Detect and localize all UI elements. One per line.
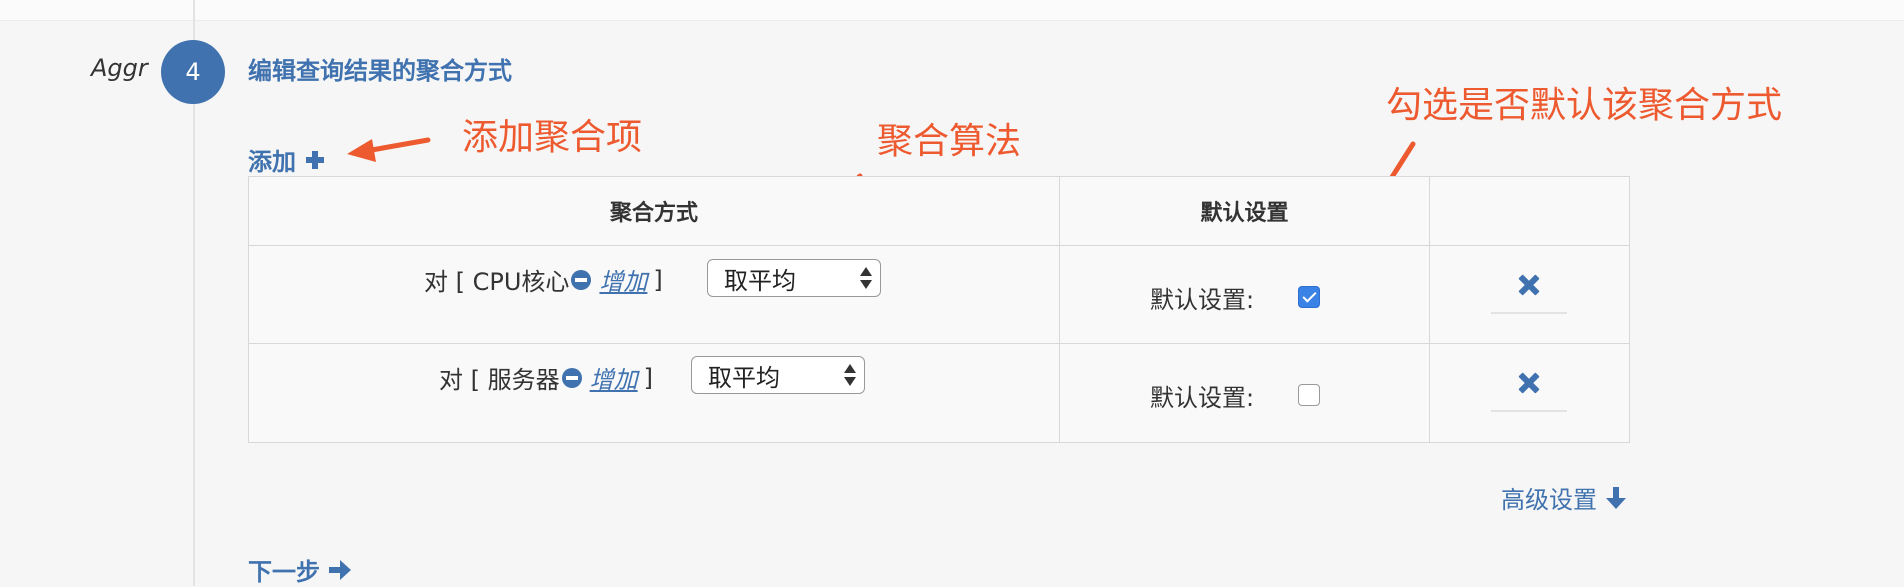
aggregation-close-bracket: ] [643, 363, 653, 392]
action-cell [1430, 344, 1629, 441]
step-number-badge: 4 [161, 40, 225, 104]
delete-button[interactable] [1491, 344, 1567, 412]
default-cell: 默认设置: [1060, 246, 1429, 343]
default-checkbox[interactable] [1298, 384, 1320, 406]
increase-link[interactable]: 增加 [599, 262, 647, 297]
annotation-arrow-icon [347, 137, 431, 162]
default-checkbox[interactable] [1298, 286, 1320, 308]
algorithm-select-value: 取平均 [724, 266, 796, 295]
next-step-button[interactable]: 下一步 [248, 552, 352, 587]
close-icon [1518, 372, 1540, 394]
top-band [0, 0, 1904, 21]
arrow-down-icon [1606, 486, 1626, 509]
aggregation-cell: 对 [ CPU核心 增加 ] 取平均 [249, 246, 1059, 343]
add-aggregation-button[interactable]: 添加 [248, 142, 324, 177]
advanced-settings-link[interactable]: 高级设置 [1501, 480, 1627, 515]
aggregation-expression: 对 [ CPU核心 增加 ] [424, 262, 663, 297]
aggregation-target: 对 [ 服务器 [439, 366, 560, 394]
plus-icon [306, 150, 324, 169]
annotation-add-item: 添加聚合项 [462, 117, 643, 158]
aggregation-target: 对 [ CPU核心 [424, 268, 570, 296]
aggregation-close-bracket: ] [653, 265, 663, 294]
default-setting-label: 默认设置: [1150, 286, 1255, 314]
increase-link[interactable]: 增加 [590, 360, 638, 395]
algorithm-select[interactable]: 取平均 [707, 259, 881, 297]
algorithm-select-value: 取平均 [708, 363, 780, 392]
add-label: 添加 [248, 148, 296, 176]
minus-circle-icon[interactable] [571, 269, 592, 290]
delete-button[interactable] [1491, 246, 1567, 314]
select-arrows-icon [844, 363, 856, 387]
delete-underline [1491, 312, 1567, 314]
header-actions [1430, 177, 1629, 245]
aggregation-expression: 对 [ 服务器 增加 ] [439, 360, 653, 395]
aggregation-cell: 对 [ 服务器 增加 ] 取平均 [249, 344, 1059, 441]
step-title: 编辑查询结果的聚合方式 [248, 57, 512, 85]
header-default-setting: 默认设置 [1200, 201, 1289, 226]
close-icon [1518, 274, 1540, 296]
table-header-row: 聚合方式 默认设置 [249, 177, 1629, 246]
arrow-right-icon [329, 559, 351, 580]
minus-circle-icon[interactable] [561, 367, 582, 388]
table-row: 对 [ CPU核心 增加 ] 取平均 默认设置: [249, 246, 1629, 344]
aggregation-table: 聚合方式 默认设置 对 [ CPU核心 增加 ] 取平均 默认设置: 对 [服… [248, 176, 1630, 443]
header-aggregation-method: 聚合方式 [609, 201, 698, 226]
action-cell [1430, 246, 1629, 343]
default-setting-label: 默认设置: [1150, 384, 1255, 412]
algorithm-select[interactable]: 取平均 [691, 356, 865, 394]
table-row: 对 [ 服务器 增加 ] 取平均 默认设置: [249, 344, 1629, 441]
delete-underline [1491, 410, 1567, 412]
annotation-default: 勾选是否默认该聚合方式 [1386, 85, 1783, 126]
select-arrows-icon [860, 266, 872, 290]
default-cell: 默认设置: [1060, 344, 1429, 441]
advanced-settings-label: 高级设置 [1501, 486, 1597, 514]
next-step-label: 下一步 [248, 558, 320, 586]
annotation-algorithm: 聚合算法 [877, 121, 1022, 162]
step-tag: Aggr [91, 54, 148, 82]
